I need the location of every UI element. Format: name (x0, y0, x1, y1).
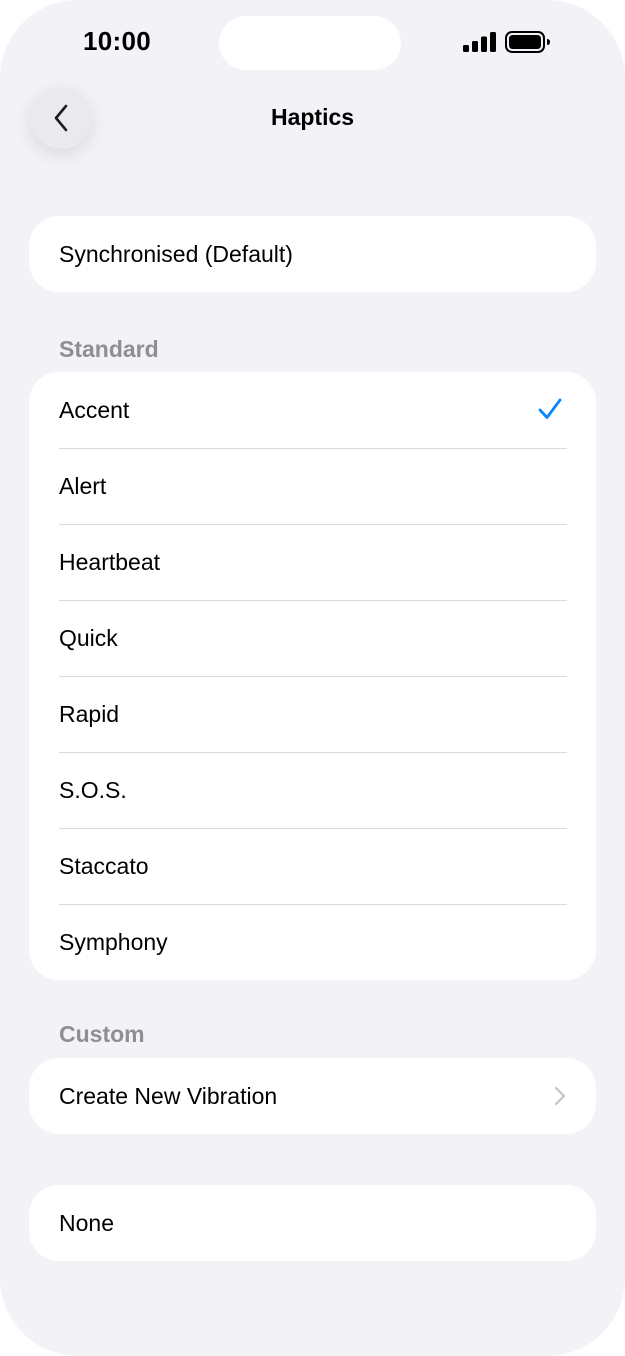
option-synchronised-default[interactable]: Synchronised (Default) (29, 216, 596, 292)
standard-group: Accent Alert Heartbeat Quick Rapid S.O.S… (29, 372, 596, 980)
option-none[interactable]: None (29, 1185, 596, 1261)
option-label: Rapid (59, 700, 120, 727)
status-time: 10:00 (83, 26, 151, 56)
option-label: Accent (59, 396, 130, 423)
option-label: Symphony (59, 928, 168, 955)
create-new-vibration-button[interactable]: Create New Vibration (29, 1058, 596, 1134)
custom-group: Create New Vibration (29, 1058, 596, 1134)
cellular-signal-icon (463, 32, 496, 52)
option-label: Quick (59, 624, 118, 651)
option-label: Heartbeat (59, 548, 161, 575)
option-heartbeat[interactable]: Heartbeat (29, 524, 596, 600)
option-label: Staccato (59, 852, 149, 879)
option-quick[interactable]: Quick (29, 600, 596, 676)
chevron-right-icon (554, 1086, 566, 1106)
section-header-custom: Custom (59, 1021, 145, 1047)
section-header-standard: Standard (59, 336, 159, 362)
option-staccato[interactable]: Staccato (29, 828, 596, 904)
option-label: S.O.S. (59, 776, 127, 803)
option-label: Synchronised (Default) (59, 240, 293, 267)
option-label: Alert (59, 472, 107, 499)
option-symphony[interactable]: Symphony (29, 904, 596, 980)
option-label: None (59, 1209, 114, 1236)
page-title: Haptics (270, 104, 355, 130)
phone-screen: 10:00 Haptics Synchronised (Default) Sta… (0, 0, 625, 1356)
option-alert[interactable]: Alert (29, 448, 596, 524)
dynamic-island (219, 16, 401, 70)
option-accent[interactable]: Accent (29, 372, 596, 448)
option-sos[interactable]: S.O.S. (29, 752, 596, 828)
option-label: Create New Vibration (59, 1082, 278, 1109)
default-group: Synchronised (Default) (29, 216, 596, 292)
option-rapid[interactable]: Rapid (29, 676, 596, 752)
checkmark-icon (538, 398, 562, 419)
none-group: None (29, 1185, 596, 1261)
battery-full-icon (505, 31, 550, 53)
